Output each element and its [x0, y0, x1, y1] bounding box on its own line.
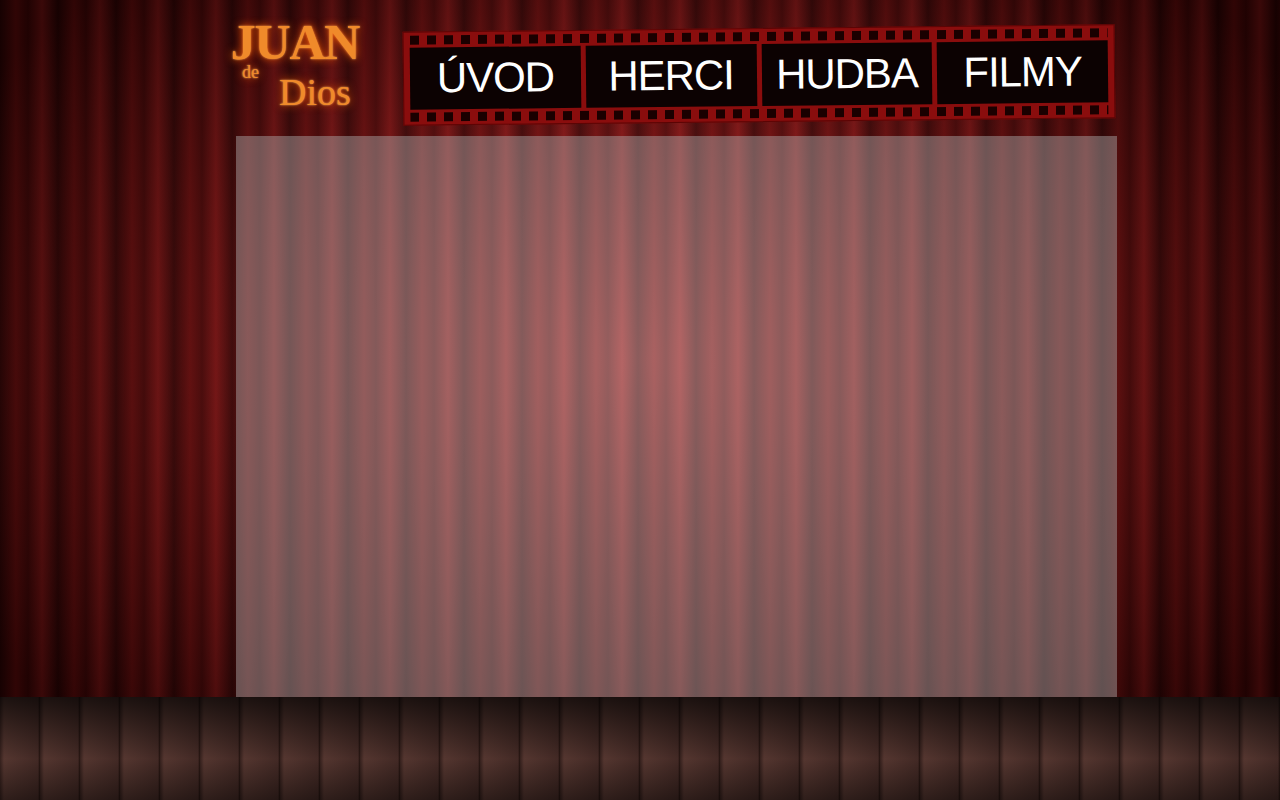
logo[interactable]: JUANdeDios — [200, 0, 390, 128]
film-strip-nav: ÚVODHERCIHUDBAFILMY — [403, 24, 1116, 125]
nav-item[interactable]: ÚVOD — [410, 46, 581, 110]
content-panel — [236, 136, 1117, 697]
nav-item[interactable]: HERCI — [585, 44, 756, 108]
stage-floor — [0, 697, 1280, 800]
nav-item[interactable]: HUDBA — [761, 42, 932, 106]
page: JUANdeDiosÚVODHERCIHUDBAFILMY — [0, 0, 1280, 800]
header: JUANdeDiosÚVODHERCIHUDBAFILMY — [0, 0, 1280, 136]
nav-item[interactable]: FILMY — [937, 40, 1108, 104]
